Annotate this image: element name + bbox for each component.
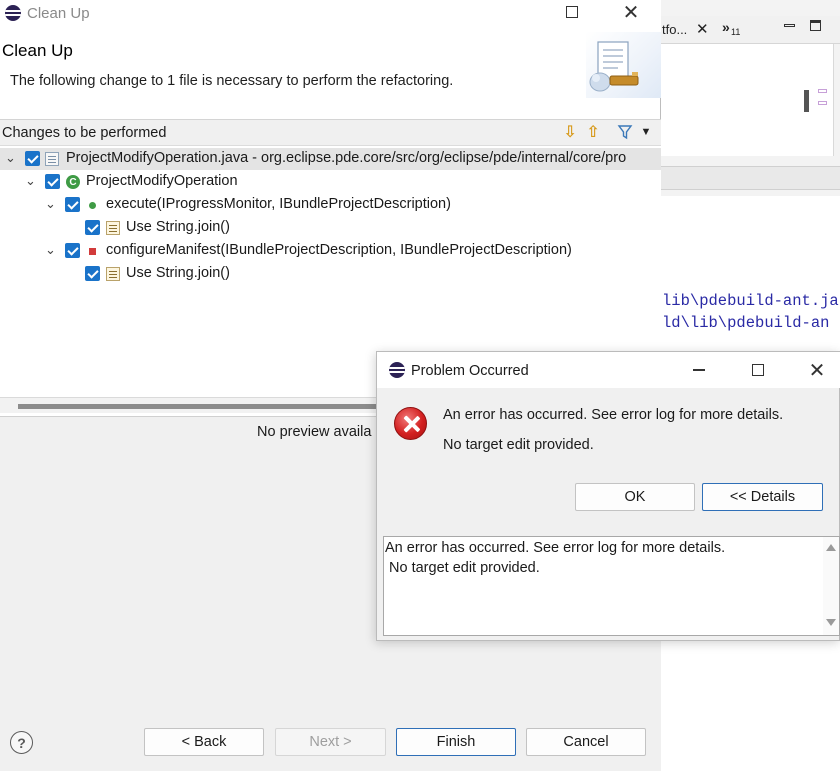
- annotation-marker: [818, 101, 827, 105]
- changes-toolbar: Changes to be performed ⇩ ⇧ ▼: [0, 120, 661, 146]
- collapse-chevron-icon[interactable]: ⌄: [45, 242, 57, 257]
- eclipse-app-icon: [5, 5, 21, 21]
- details-button[interactable]: << Details: [702, 483, 823, 511]
- filter-icon[interactable]: [616, 123, 634, 141]
- changes-label: Changes to be performed: [2, 125, 167, 141]
- collapse-chevron-icon[interactable]: ⌄: [25, 173, 37, 188]
- scroll-up-icon[interactable]: [826, 544, 836, 551]
- overview-ruler-thumb[interactable]: [804, 90, 809, 112]
- background-editor-tab[interactable]: tfo...: [662, 22, 687, 37]
- maximize-window-icon[interactable]: [744, 358, 772, 382]
- tree-label: ProjectModifyOperation: [86, 173, 238, 189]
- public-method-icon: [89, 202, 96, 209]
- problem-title-bar[interactable]: Problem Occurred ✕: [377, 352, 840, 388]
- error-message: An error has occurred. See error log for…: [443, 407, 784, 423]
- details-line: No target edit provided.: [385, 560, 540, 576]
- tree-row-change[interactable]: Use String.join(): [0, 217, 661, 239]
- class-checkbox[interactable]: [45, 174, 60, 189]
- details-line: An error has occurred. See error log for…: [385, 540, 726, 556]
- wizard-banner-image: [586, 32, 661, 98]
- minimize-view-icon[interactable]: [784, 20, 795, 27]
- tab-overflow-count: 11: [731, 27, 741, 37]
- scroll-down-icon[interactable]: [826, 619, 836, 626]
- close-window-icon[interactable]: ✕: [617, 0, 645, 24]
- tree-row-class[interactable]: ⌄ C ProjectModifyOperation: [0, 171, 661, 193]
- finish-button[interactable]: Finish: [396, 728, 516, 756]
- window-title: Clean Up: [27, 5, 90, 22]
- cancel-button[interactable]: Cancel: [526, 728, 646, 756]
- error-icon: [394, 407, 427, 440]
- tree-label: ProjectModifyOperation.java - org.eclips…: [66, 150, 627, 166]
- vertical-scrollbar[interactable]: [823, 537, 839, 635]
- wizard-header: Clean Up The following change to 1 file …: [0, 32, 661, 98]
- tree-row-method[interactable]: ⌄ execute(IProgressMonitor, IBundleProje…: [0, 194, 661, 216]
- change-checkbox[interactable]: [85, 266, 100, 281]
- eclipse-app-icon: [389, 362, 405, 378]
- error-reason: No target edit provided.: [443, 437, 594, 453]
- cleanup-title-bar[interactable]: Clean Up ✕: [0, 0, 661, 32]
- back-button[interactable]: < Back: [144, 728, 264, 756]
- page-title: Clean Up: [2, 41, 73, 60]
- tab-close-icon[interactable]: ✕: [696, 20, 709, 38]
- tree-label: Use String.join(): [126, 219, 230, 235]
- change-checkbox[interactable]: [85, 220, 100, 235]
- class-icon: C: [66, 175, 80, 189]
- help-icon[interactable]: ?: [10, 731, 33, 754]
- tab-overflow-icon[interactable]: »: [722, 19, 730, 35]
- java-file-icon: [45, 152, 59, 166]
- background-divider-bar: [660, 166, 840, 190]
- tree-label: Use String.join(): [126, 265, 230, 281]
- wizard-button-bar: ? < Back Next > Finish Cancel: [0, 716, 661, 771]
- tree-row-change[interactable]: Use String.join(): [0, 263, 661, 285]
- tree-row-file[interactable]: ⌄ ProjectModifyOperation.java - org.ecli…: [0, 148, 661, 170]
- close-window-icon[interactable]: ✕: [803, 358, 831, 382]
- tree-label: execute(IProgressMonitor, IBundleProject…: [106, 196, 451, 212]
- background-upper-panel: [660, 44, 834, 156]
- problem-occurred-dialog: Problem Occurred ✕ An error has occurred…: [376, 351, 840, 641]
- page-description: The following change to 1 file is necess…: [10, 73, 454, 89]
- method-checkbox[interactable]: [65, 197, 80, 212]
- text-change-icon: [106, 267, 120, 281]
- text-change-icon: [106, 221, 120, 235]
- preview-placeholder: No preview availa: [257, 424, 372, 440]
- horizontal-scrollbar-thumb[interactable]: [18, 404, 378, 409]
- file-checkbox[interactable]: [25, 151, 40, 166]
- tree-label: configureManifest(IBundleProjectDescript…: [106, 242, 572, 258]
- collapse-chevron-icon[interactable]: ⌄: [5, 150, 17, 165]
- maximize-window-icon[interactable]: [558, 0, 586, 24]
- code-line: lib\pdebuild-ant.ja: [662, 292, 839, 310]
- tree-row-method[interactable]: ⌄ configureManifest(IBundleProjectDescri…: [0, 240, 661, 262]
- background-tab-bar: tfo... ✕ » 11: [660, 16, 840, 44]
- annotation-marker: [818, 89, 827, 93]
- view-menu-chevron-down-icon[interactable]: ▼: [637, 123, 655, 141]
- previous-change-icon[interactable]: ⇧: [584, 123, 602, 141]
- window-title: Problem Occurred: [411, 363, 529, 379]
- method-checkbox[interactable]: [65, 243, 80, 258]
- next-button[interactable]: Next >: [275, 728, 386, 756]
- code-line: ld\lib\pdebuild-an: [662, 314, 830, 332]
- collapse-chevron-icon[interactable]: ⌄: [45, 196, 57, 211]
- minimize-window-icon[interactable]: [685, 358, 713, 382]
- error-details-textarea[interactable]: An error has occurred. See error log for…: [383, 536, 840, 636]
- ok-button[interactable]: OK: [575, 483, 695, 511]
- next-change-icon[interactable]: ⇩: [561, 123, 579, 141]
- maximize-view-icon[interactable]: [810, 20, 821, 31]
- private-method-icon: [89, 248, 96, 255]
